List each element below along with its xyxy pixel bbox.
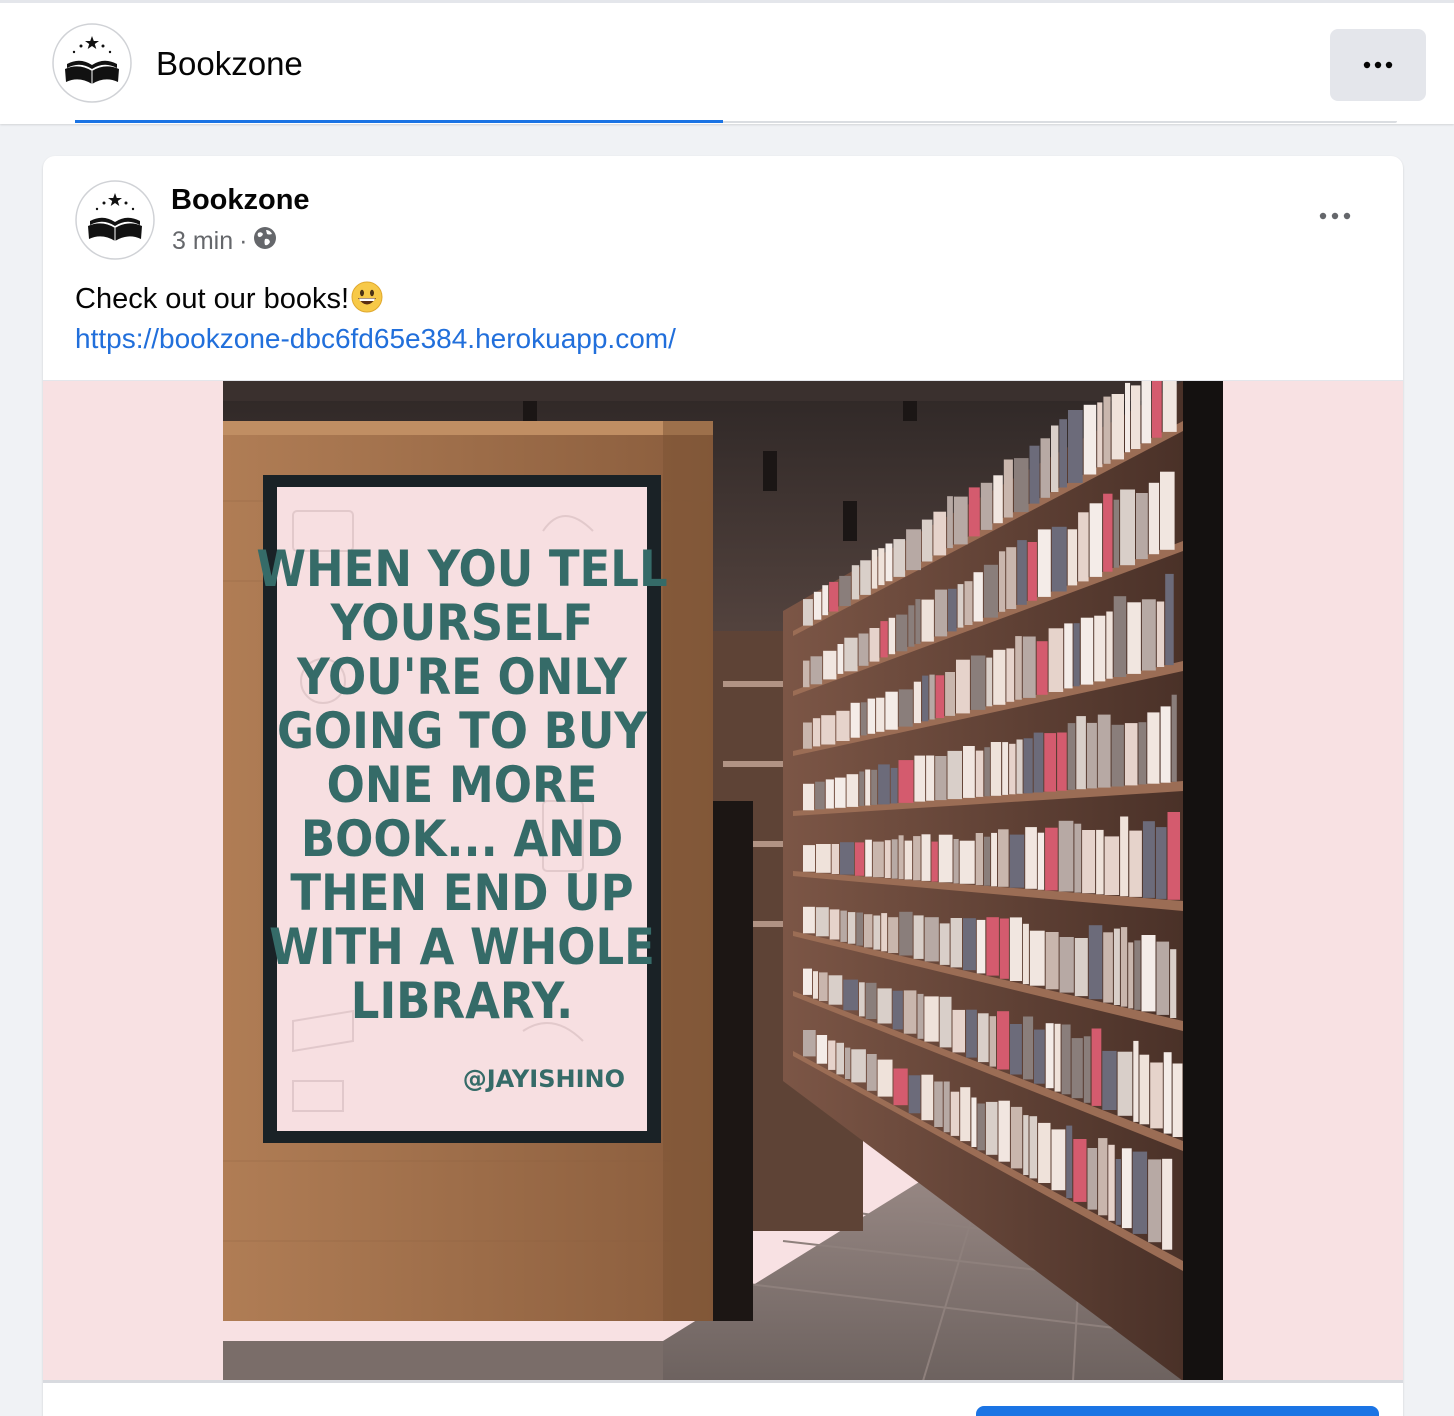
- poster-quote-line: LIBRARY.: [351, 972, 573, 1030]
- post-timestamp[interactable]: 3 min: [172, 227, 233, 256]
- poster-credit: @JAYISHINO: [463, 1065, 625, 1093]
- page-header: Bookzone: [0, 0, 1454, 124]
- post-author-name[interactable]: Bookzone: [171, 184, 310, 217]
- poster-quote-line: YOURSELF: [330, 594, 594, 652]
- post-image-container[interactable]: WHEN YOU TELL YOURSELF YOU'RE ONLY GOING TO…: [43, 380, 1403, 1381]
- poster-quote-line: WHEN YOU TELL: [256, 540, 667, 598]
- grinning-face-emoji: [351, 281, 383, 324]
- page-more-button[interactable]: [1330, 29, 1426, 101]
- post-text: Check out our books!: [75, 279, 383, 324]
- bookstore-poster-image[interactable]: WHEN YOU TELL YOURSELF YOU'RE ONLY GOING TO…: [223, 381, 1223, 1381]
- post-action-button[interactable]: [976, 1406, 1379, 1416]
- post-message: Check out our books!: [75, 283, 350, 315]
- post-meta: 3 min ·: [172, 226, 277, 257]
- poster-quote-line: BOOK... AND: [301, 810, 623, 868]
- more-horizontal-icon: [1363, 56, 1393, 74]
- post-card: Bookzone 3 min · Check out our books! ht…: [43, 156, 1403, 1416]
- post-link[interactable]: https://bookzone-dbc6fd65e384.herokuapp.…: [75, 319, 676, 359]
- meta-separator: ·: [239, 227, 248, 255]
- poster-quote-line: GOING TO BUY: [277, 702, 648, 760]
- active-tab-indicator: [75, 120, 723, 123]
- page-avatar[interactable]: [52, 23, 132, 103]
- post-author-avatar[interactable]: [75, 180, 155, 260]
- page-title[interactable]: Bookzone: [156, 45, 303, 83]
- post-options-button[interactable]: [1313, 196, 1357, 236]
- more-horizontal-icon: [1318, 207, 1352, 225]
- post-image-divider: [43, 1380, 1403, 1383]
- poster-quote-line: ONE MORE: [327, 756, 598, 814]
- poster-quote-line: YOU'RE ONLY: [296, 648, 628, 706]
- poster-quote-line: WITH A WHOLE: [269, 918, 655, 976]
- globe-icon: [253, 226, 277, 257]
- poster-quote-line: THEN END UP: [290, 864, 633, 922]
